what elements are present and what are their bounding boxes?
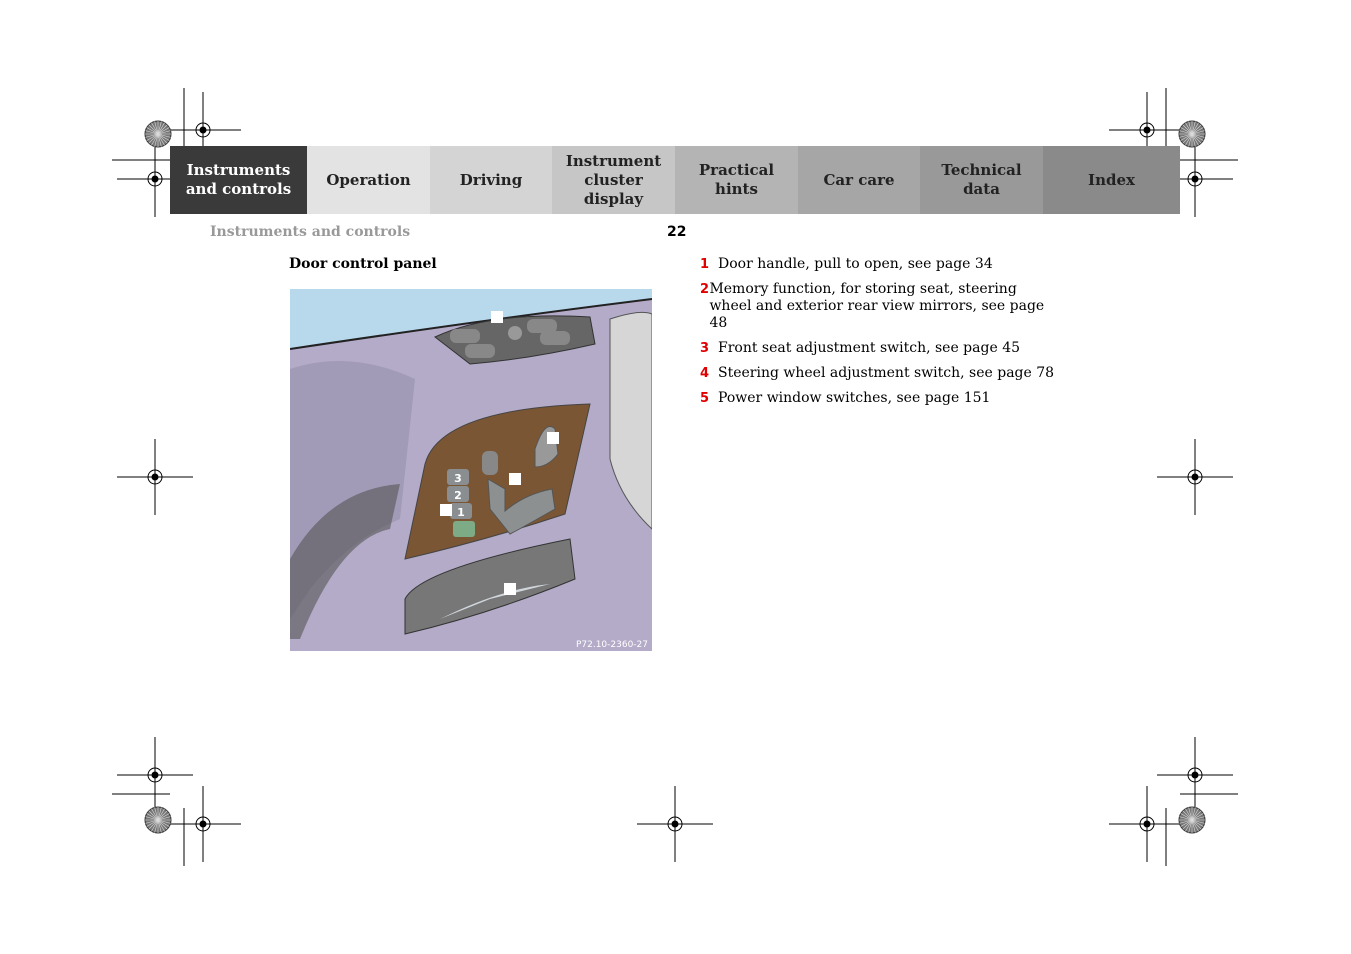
callout-text: Power window switches, see page 151 xyxy=(718,390,991,406)
callout-item: 3 Front seat adjustment switch, see page … xyxy=(700,340,1060,357)
tab-6[interactable]: Technical data xyxy=(920,146,1043,214)
callout-item: 4 Steering wheel adjustment switch, see p… xyxy=(700,365,1060,382)
tab-5[interactable]: Car care xyxy=(798,146,920,214)
callout-number: 3 xyxy=(700,341,710,356)
svg-text:2: 2 xyxy=(454,489,462,502)
svg-text:3: 3 xyxy=(454,472,462,485)
figure-code: P72.10-2360-27 xyxy=(576,640,648,650)
callout-text: Steering wheel adjustment switch, see pa… xyxy=(718,365,1055,381)
svg-text:1: 1 xyxy=(457,506,465,519)
tab-7[interactable]: Index xyxy=(1043,146,1180,214)
tab-0[interactable]: Instruments and controls xyxy=(170,146,307,214)
callout-number: 2 xyxy=(700,282,710,297)
callout-number: 1 xyxy=(700,257,710,272)
callout-text: Door handle, pull to open, see page 34 xyxy=(718,256,993,272)
door-control-panel-illustration: 3 2 1 P72.10-2360-27 xyxy=(290,289,652,651)
callout-text: Front seat adjustment switch, see page 4… xyxy=(718,340,1021,356)
page-heading: Door control panel xyxy=(289,256,437,272)
tab-4[interactable]: Practical hints xyxy=(675,146,798,214)
tab-1[interactable]: Operation xyxy=(307,146,430,214)
tab-2[interactable]: Driving xyxy=(430,146,552,214)
chapter-tabs: Instruments and controls Operation Driving… xyxy=(170,146,1180,214)
section-title: Instruments and controls xyxy=(210,224,411,240)
registration-marks xyxy=(112,88,1238,866)
callout-text: Memory function, for storing seat, steer… xyxy=(709,281,1045,331)
callout-number: 5 xyxy=(700,391,710,406)
callout-item: 5 Power window switches, see page 151 xyxy=(700,390,1060,407)
callout-list: 1 Door handle, pull to open, see page 34 2… xyxy=(700,256,1060,415)
tab-3[interactable]: Instrument cluster display xyxy=(552,146,675,214)
callout-number: 4 xyxy=(700,366,710,381)
callout-item: 2 Memory function, for storing seat, stee… xyxy=(700,281,1060,332)
page-number: 22 xyxy=(667,224,687,240)
callout-item: 1 Door handle, pull to open, see page 34 xyxy=(700,256,1060,273)
